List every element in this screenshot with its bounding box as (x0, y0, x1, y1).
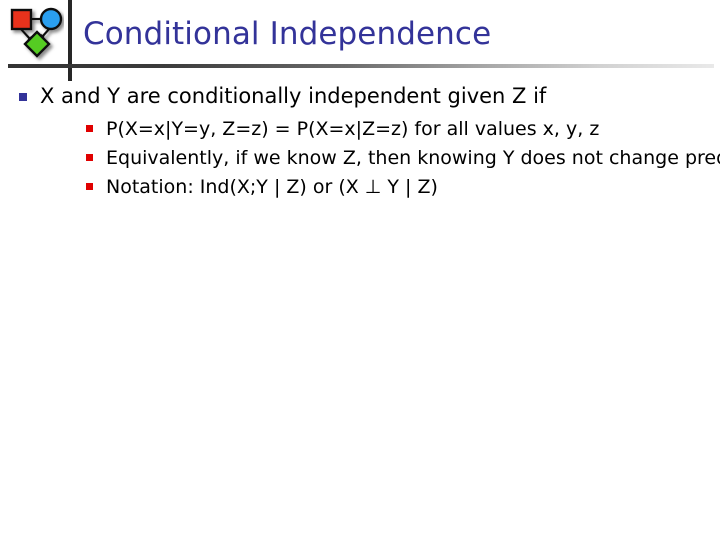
header-horizontal-rule (8, 64, 714, 68)
list-item-level1: X and Y are conditionally independent gi… (0, 82, 720, 202)
square-bullet-icon (86, 183, 93, 190)
slide-header: Conditional Independence (0, 0, 720, 82)
list-item-level2: P(X=x|Y=y, Z=z) = P(X=x|Z=z) for all val… (40, 115, 720, 144)
list-item-level2: Equivalently, if we know Z, then knowing… (40, 144, 720, 173)
list-item-level2-label: P(X=x|Y=y, Z=z) = P(X=x|Z=z) for all val… (106, 118, 600, 140)
square-bullet-icon (86, 125, 93, 132)
square-bullet-icon (86, 154, 93, 161)
header-vertical-rule (68, 0, 72, 81)
list-item-level2-label-cont: predictions of X (684, 147, 720, 169)
bullet-list-level1: X and Y are conditionally independent gi… (0, 82, 720, 202)
slide-body: X and Y are conditionally independent gi… (0, 82, 720, 540)
list-item-level2-label: Notation: Ind(X;Y | Z) or (X ⊥ Y | Z) (106, 176, 438, 198)
slide: Conditional Independence X and Y are con… (0, 0, 720, 540)
list-item-level2-label: Equivalently, if we know Z, then knowing… (106, 147, 679, 169)
page-title: Conditional Independence (83, 16, 492, 52)
list-item-level2: Notation: Ind(X;Y | Z) or (X ⊥ Y | Z) (40, 173, 720, 202)
square-bullet-icon (19, 93, 27, 101)
graph-nodes-logo-icon (8, 6, 64, 66)
bullet-list-level2: P(X=x|Y=y, Z=z) = P(X=x|Z=z) for all val… (40, 115, 720, 202)
list-item-level1-label: X and Y are conditionally independent gi… (40, 84, 547, 108)
